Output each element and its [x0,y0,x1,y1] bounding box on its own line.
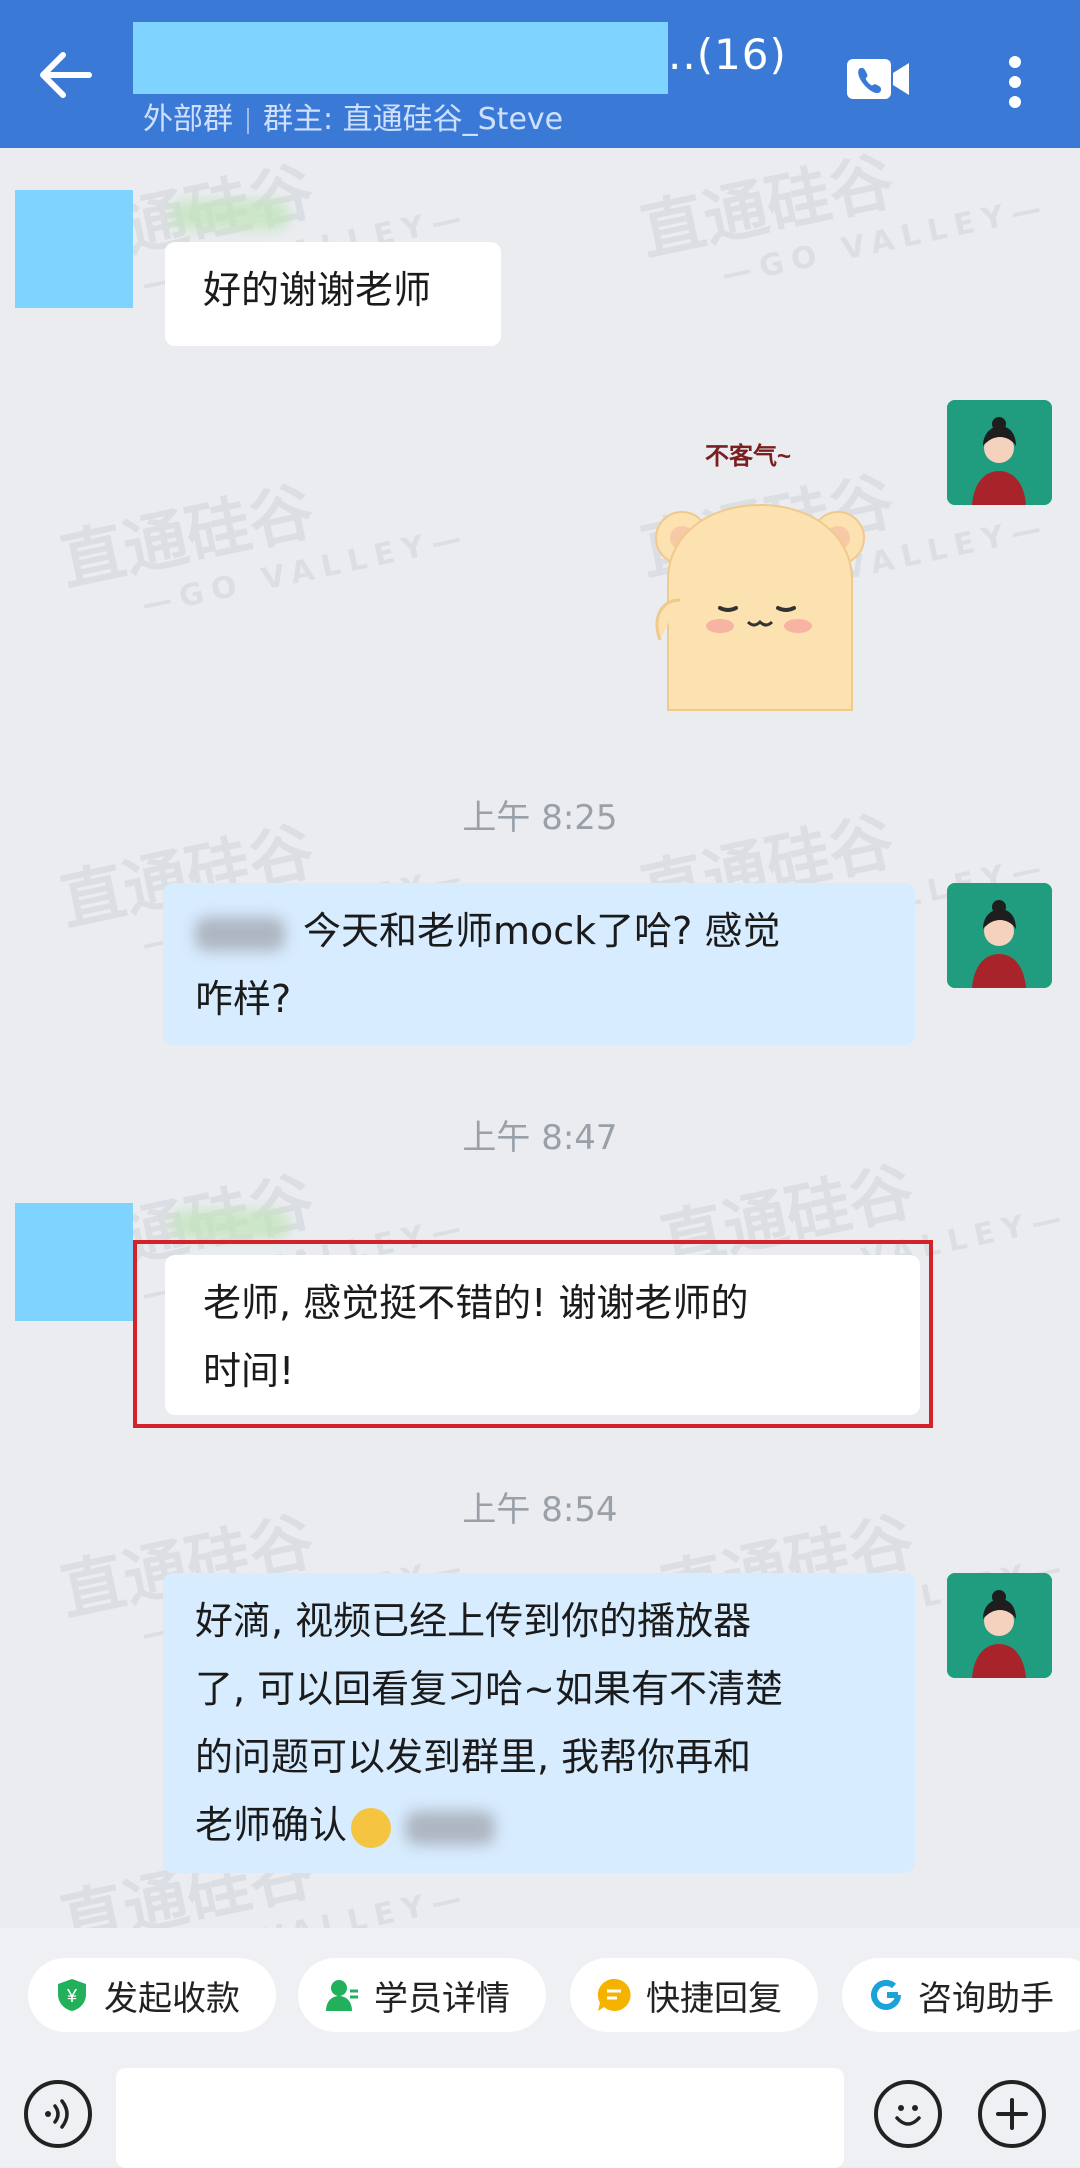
message-bubble-outgoing[interactable]: 今天和老师mock了哈? 感觉 咋样? [163,883,915,1045]
my-avatar[interactable] [947,1573,1052,1678]
consult-assistant-button[interactable]: 咨询助手 [842,1958,1080,2032]
message-line: 咋样? [195,977,292,1021]
sender-name-blurred [170,1210,290,1240]
mention-blurred [195,916,285,951]
timestamp: 上午 8:25 [462,798,618,838]
my-avatar[interactable] [947,883,1052,988]
mention-blurred [405,1810,496,1845]
message-line: 今天和老师mock了哈? 感觉 [195,897,883,965]
add-icon[interactable] [978,2080,1046,2148]
redacted-group-name [133,22,668,94]
sender-name-blurred [170,200,290,230]
payment-icon: ¥ [58,1979,86,2011]
student-details-button[interactable]: 学员详情 [298,1958,546,2032]
quick-reply-icon [597,1978,631,2011]
redacted-avatar[interactable] [15,1203,133,1321]
svg-text:¥: ¥ [66,1986,78,2006]
emoji-icon[interactable] [874,2080,942,2148]
message-input[interactable] [116,2068,844,2168]
message-line: 的问题可以发到群里, 我帮你再和 [195,1735,752,1779]
message-bubble-incoming[interactable]: 好的谢谢老师 [165,242,501,346]
message-text: 好的谢谢老师 [203,268,432,312]
collect-payment-button[interactable]: ¥ 发起收款 [28,1958,276,2032]
timestamp: 上午 8:54 [462,1490,618,1530]
back-arrow-icon[interactable] [30,40,100,110]
voice-input-icon[interactable] [24,2080,92,2148]
member-count: ..(16) [668,30,787,79]
my-avatar[interactable] [947,400,1052,505]
thinking-emoji-icon [351,1807,392,1848]
message-line: 了, 可以回看复习哈~如果有不清楚 [195,1667,783,1711]
sticker-bear[interactable]: 不客气~ [620,430,880,730]
message-line: 好滴, 视频已经上传到你的播放器 [195,1599,752,1643]
assistant-icon [871,1979,901,2010]
student-icon [326,1980,358,2011]
group-type: 外部群 [143,102,233,137]
message-line: 老师确认 [195,1791,883,1859]
quick-reply-button[interactable]: 快捷回复 [570,1958,818,2032]
watermark: 直通硅谷—GO VALLEY— [54,474,473,623]
timestamp: 上午 8:47 [462,1118,618,1158]
redacted-avatar[interactable] [15,190,133,308]
sticker-caption: 不客气~ [705,442,791,470]
message-bubble-outgoing[interactable]: 好滴, 视频已经上传到你的播放器 了, 可以回看复习哈~如果有不清楚 的问题可以… [163,1573,915,1873]
video-call-icon[interactable] [845,55,913,103]
divider [247,107,249,134]
highlight-frame [133,1240,933,1428]
